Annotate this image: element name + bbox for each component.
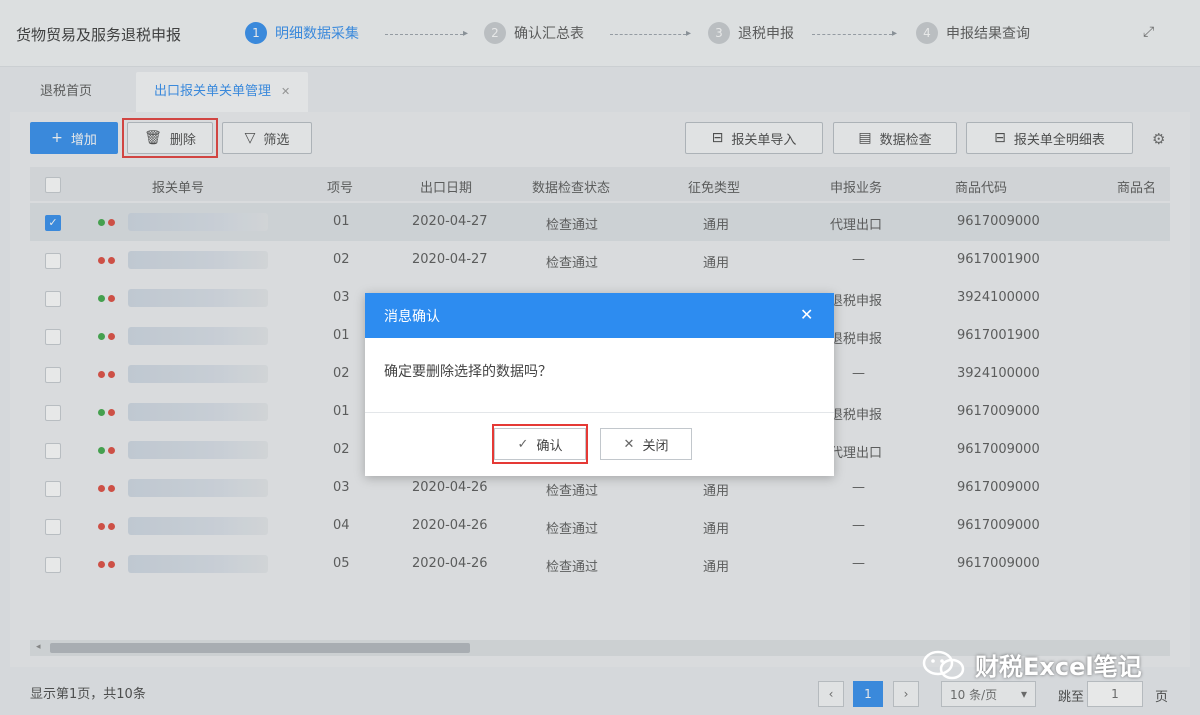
check-circle-icon: ✓ [517, 436, 529, 452]
close-icon[interactable]: ✕ [800, 305, 813, 324]
confirm-label: 确认 [536, 438, 563, 454]
dialog-divider [365, 412, 834, 413]
close-label: 关闭 [642, 438, 669, 454]
wechat-icon [922, 650, 965, 680]
close-icon: ✕ [623, 436, 635, 452]
dialog-message: 确定要删除选择的数据吗？ [384, 364, 552, 380]
confirm-button[interactable]: ✓ 确认 [494, 428, 586, 460]
dialog-title: 消息确认 [384, 309, 440, 325]
close-button[interactable]: ✕ 关闭 [600, 428, 692, 460]
watermark-text: 财税Excel笔记 [975, 653, 1142, 681]
